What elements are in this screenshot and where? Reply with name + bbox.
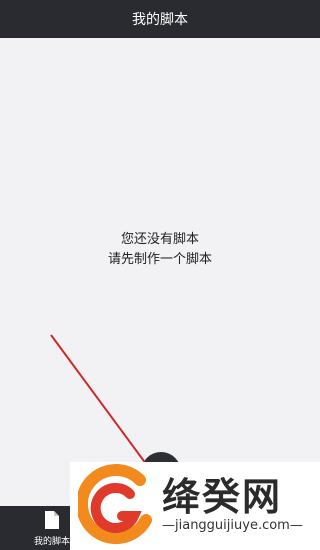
watermark-logo (78, 464, 152, 545)
empty-state-line2: 请先制作一个脚本 (107, 252, 212, 267)
empty-state: 您还没有脚本 请先制作一个脚本 (0, 230, 320, 270)
tab-my-scripts-label: 我的脚本 (33, 537, 70, 547)
document-icon (45, 511, 59, 529)
script-list-area (0, 38, 320, 506)
watermark: 绛癸网 —jiangguijiuye.com— (70, 462, 320, 550)
tab-my-scripts[interactable]: 我的脚本 (28, 510, 76, 547)
page-title: 我的脚本 (132, 12, 188, 28)
watermark-url: —jiangguijiuye.com— (162, 518, 303, 533)
watermark-title: 绛癸网 (162, 475, 283, 519)
app-header: 我的脚本 (0, 0, 320, 38)
empty-state-line1: 您还没有脚本 (120, 232, 199, 247)
